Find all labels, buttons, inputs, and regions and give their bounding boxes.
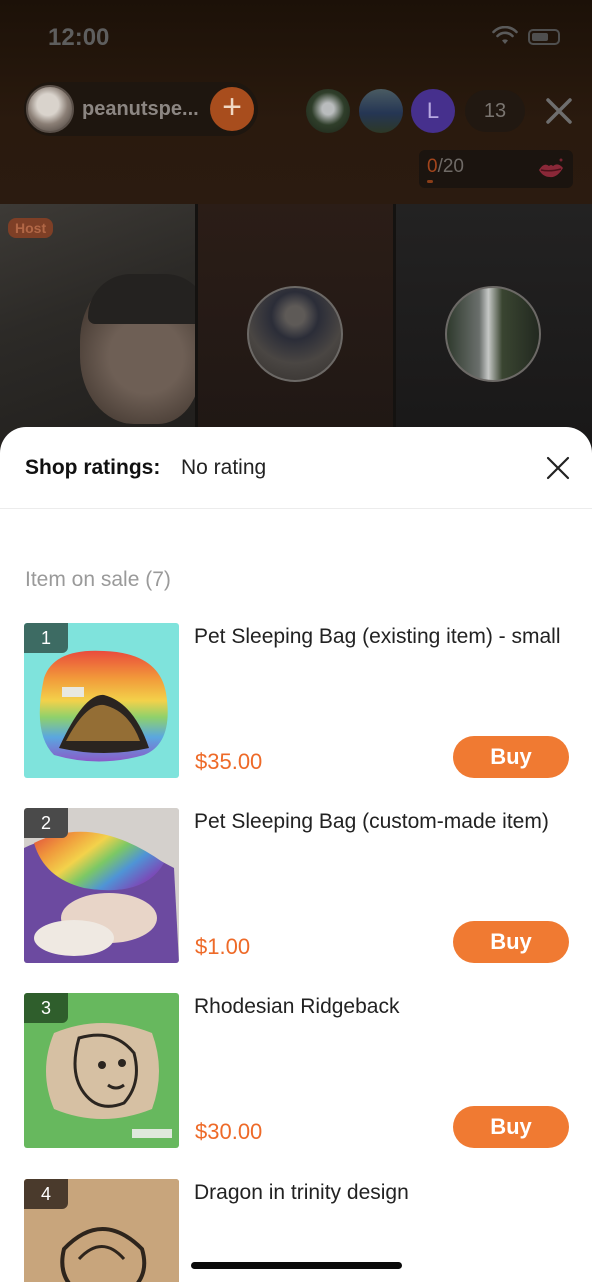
close-icon[interactable] — [546, 456, 570, 480]
guest-video-tile[interactable] — [198, 204, 393, 464]
buy-button[interactable]: Buy — [453, 736, 569, 778]
buy-button[interactable]: Buy — [453, 1106, 569, 1148]
battery-icon — [528, 29, 560, 45]
viewer-avatar[interactable] — [359, 89, 403, 133]
product-item[interactable]: 1 Pet Sleeping Bag (existing item) - sma… — [0, 623, 592, 779]
product-price: $30.00 — [195, 1119, 263, 1144]
item-index-badge: 2 — [24, 808, 68, 838]
gift-counter: 0/20 — [427, 156, 464, 178]
viewer-count[interactable]: 13 — [465, 90, 525, 132]
product-thumbnail[interactable]: 2 — [24, 808, 179, 963]
close-icon[interactable] — [540, 92, 578, 130]
product-item[interactable]: 2 Pet Sleeping Bag (custom-made item) $1… — [0, 808, 592, 964]
gift-progress-bar — [427, 180, 433, 183]
shop-ratings-label: Shop ratings: — [25, 456, 161, 479]
gift-current: 0 — [427, 156, 438, 177]
status-bar: 12:00 — [0, 0, 592, 74]
product-thumbnail[interactable]: 3 — [24, 993, 179, 1148]
items-section-title: Item on sale (7) — [25, 568, 171, 591]
host-name: peanutspe... — [82, 97, 199, 120]
guest-avatar — [445, 286, 541, 382]
home-indicator[interactable] — [191, 1262, 402, 1269]
product-thumbnail[interactable]: 1 — [24, 623, 179, 778]
host-camera-cap — [88, 274, 195, 324]
product-title[interactable]: Dragon in trinity design — [194, 1179, 564, 1207]
host-tag: Host — [8, 218, 54, 238]
kiss-lips-icon — [539, 158, 563, 178]
gift-total: /20 — [437, 156, 464, 177]
product-thumbnail[interactable]: 4 — [24, 1179, 179, 1282]
shop-sheet: Shop ratings: No rating Item on sale (7) — [0, 427, 592, 1282]
guest-avatar — [247, 286, 343, 382]
host-profile-pill[interactable]: peanutspe... + — [24, 82, 258, 136]
buy-button[interactable]: Buy — [453, 921, 569, 963]
viewer-avatar[interactable] — [306, 89, 350, 133]
product-item[interactable]: 3 Rhodesian Ridgeback $30.00 Buy — [0, 993, 592, 1149]
status-time: 12:00 — [48, 24, 110, 51]
sheet-header: Shop ratings: No rating — [0, 427, 592, 509]
product-price: $1.00 — [195, 934, 251, 959]
product-price: $35.00 — [195, 749, 263, 774]
host-video-tile[interactable]: Host — [0, 204, 195, 464]
shop-ratings-value: No rating — [181, 456, 267, 479]
video-grid: Host — [0, 204, 592, 464]
follow-button[interactable]: + — [210, 87, 254, 131]
item-index-badge: 1 — [24, 623, 68, 653]
product-title[interactable]: Pet Sleeping Bag (custom-made item) — [194, 808, 564, 836]
wifi-icon — [492, 26, 518, 44]
item-index-badge: 4 — [24, 1179, 68, 1209]
product-title[interactable]: Pet Sleeping Bag (existing item) - small — [194, 623, 564, 651]
item-index-badge: 3 — [24, 993, 68, 1023]
host-avatar[interactable] — [26, 85, 74, 133]
gift-goal[interactable]: 0/20 — [419, 150, 573, 188]
product-title[interactable]: Rhodesian Ridgeback — [194, 993, 564, 1021]
guest-video-tile[interactable] — [396, 204, 592, 464]
viewer-avatar[interactable]: L — [411, 89, 455, 133]
